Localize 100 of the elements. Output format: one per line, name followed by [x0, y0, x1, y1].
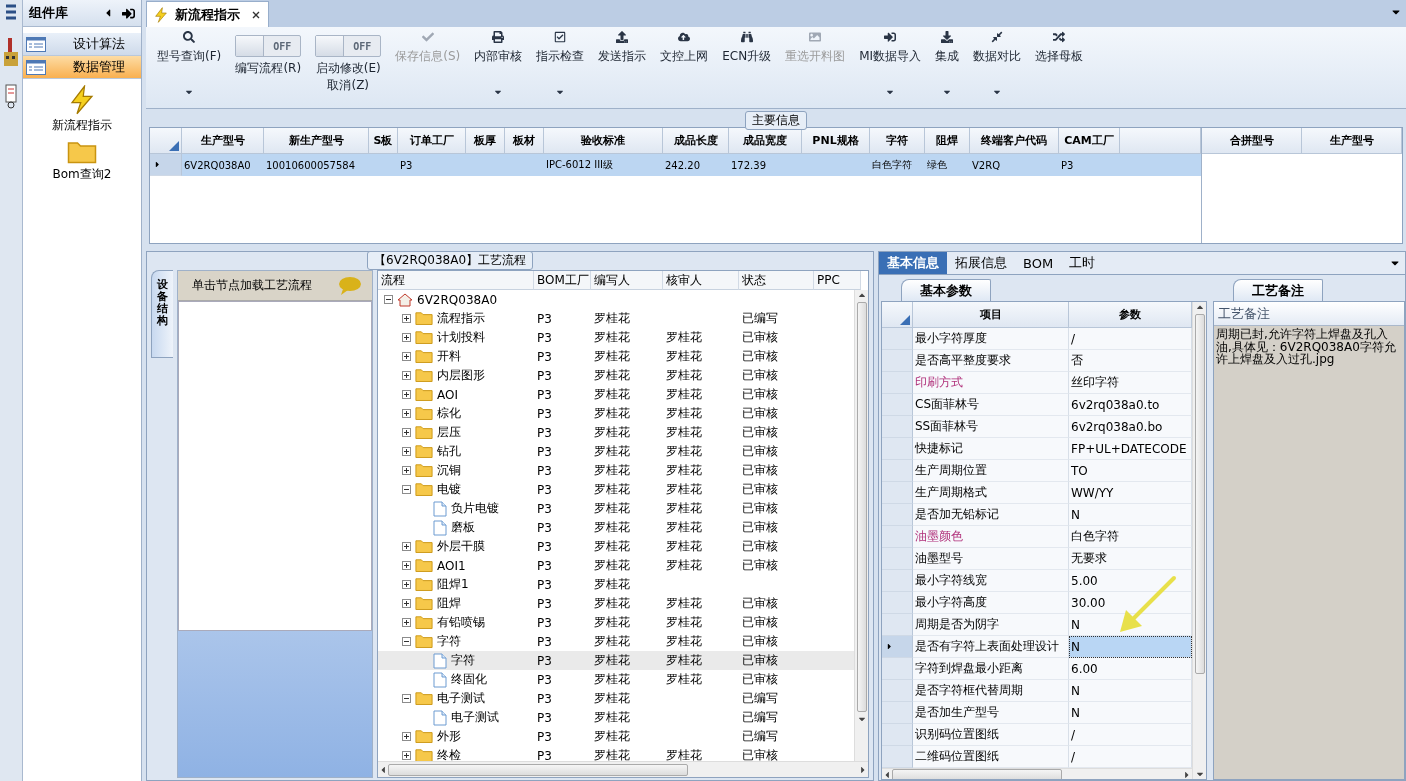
- factory-icon[interactable]: [4, 38, 18, 66]
- expand-icon[interactable]: [402, 751, 411, 760]
- column-header[interactable]: 编写人: [591, 271, 663, 290]
- tree-node[interactable]: 负片电镀: [378, 499, 534, 518]
- tree-node[interactable]: 外层干膜: [378, 537, 534, 556]
- tree-node[interactable]: 终固化: [378, 670, 534, 689]
- expand-icon[interactable]: [402, 618, 411, 627]
- tree-node[interactable]: 有铅喷锡: [378, 613, 534, 632]
- tree-node[interactable]: 电子测试: [378, 708, 534, 727]
- menu-icon[interactable]: [6, 4, 16, 20]
- side-tab[interactable]: 设备结构: [151, 270, 173, 358]
- collapse-icon[interactable]: [402, 485, 411, 494]
- component-label[interactable]: Bom查询2: [52, 166, 112, 183]
- expand-icon[interactable]: [402, 466, 411, 475]
- document-tab[interactable]: 新流程指示: [146, 1, 269, 27]
- toolbar-button[interactable]: 指示检查: [529, 31, 592, 97]
- expand-icon[interactable]: [402, 580, 411, 589]
- category-item[interactable]: 设计算法: [23, 33, 141, 56]
- tree-node[interactable]: 6V2RQ038A0: [378, 290, 534, 309]
- toolbar-button[interactable]: 数据对比: [966, 31, 1029, 97]
- expand-icon[interactable]: [402, 561, 411, 570]
- component-label[interactable]: 新流程指示: [52, 117, 112, 134]
- toolbar-button[interactable]: 型号查询(F): [150, 31, 229, 97]
- tree-node[interactable]: 外形: [378, 727, 534, 746]
- column-header[interactable]: 板厚: [466, 128, 505, 154]
- tree-node[interactable]: 电镀: [378, 480, 534, 499]
- toolbar-button[interactable]: 发送指示: [591, 31, 654, 97]
- column-header[interactable]: 生产型号: [182, 128, 264, 154]
- toolbar-button[interactable]: 内部审核: [467, 31, 530, 97]
- expand-icon[interactable]: [402, 314, 411, 323]
- tree-node[interactable]: AOI: [378, 385, 534, 404]
- panel-tab[interactable]: 基本参数: [901, 279, 991, 301]
- detail-tab[interactable]: 工时: [1061, 252, 1104, 274]
- column-header[interactable]: PNL规格: [802, 128, 870, 154]
- column-header[interactable]: 验收标准: [544, 128, 663, 154]
- column-header[interactable]: 板材: [505, 128, 544, 154]
- column-header[interactable]: 终端客户代码: [970, 128, 1059, 154]
- tree-node[interactable]: 计划投料: [378, 328, 534, 347]
- tree-node[interactable]: 阻焊: [378, 594, 534, 613]
- toolbar-button[interactable]: ECN升级: [715, 31, 779, 97]
- tree-node[interactable]: 电子测试: [378, 689, 534, 708]
- collapse-icon[interactable]: [384, 295, 393, 304]
- tree-node[interactable]: 沉铜: [378, 461, 534, 480]
- vertical-scrollbar[interactable]: [1192, 302, 1206, 779]
- toolbar-button[interactable]: MI数据导入: [852, 31, 929, 97]
- tree-node[interactable]: 磨板: [378, 518, 534, 537]
- column-header[interactable]: S板: [369, 128, 398, 154]
- tree-node[interactable]: 终检: [378, 746, 534, 761]
- column-header[interactable]: PPC: [814, 271, 861, 290]
- expand-icon[interactable]: [402, 390, 411, 399]
- column-header[interactable]: 新生产型号: [264, 128, 369, 154]
- toggle-switch[interactable]: OFF: [315, 35, 382, 57]
- column-header[interactable]: 成品长度: [663, 128, 729, 154]
- tree-node[interactable]: 字符: [378, 632, 534, 651]
- panel-tab[interactable]: 工艺备注: [1233, 279, 1323, 301]
- column-header[interactable]: 合拼型号: [1202, 128, 1302, 154]
- detail-tab[interactable]: 拓展信息: [947, 252, 1015, 274]
- expand-icon[interactable]: [402, 447, 411, 456]
- column-header[interactable]: 生产型号: [1302, 128, 1402, 154]
- close-icon[interactable]: [252, 10, 260, 19]
- expand-icon[interactable]: [402, 371, 411, 380]
- column-header[interactable]: 核审人: [663, 271, 739, 290]
- expand-icon[interactable]: [402, 599, 411, 608]
- tree-node[interactable]: AOI1: [378, 556, 534, 575]
- expand-icon[interactable]: [402, 542, 411, 551]
- horizontal-scrollbar[interactable]: [378, 761, 868, 777]
- column-header[interactable]: 状态: [739, 271, 814, 290]
- toolbar-button[interactable]: 集成: [928, 31, 967, 97]
- tree-node[interactable]: 阻焊1: [378, 575, 534, 594]
- detail-tab[interactable]: 基本信息: [879, 252, 947, 274]
- toolbar-button[interactable]: 文控上网: [653, 31, 716, 97]
- collapse-icon[interactable]: [402, 694, 411, 703]
- horizontal-scrollbar[interactable]: [882, 768, 1192, 779]
- expand-icon[interactable]: [402, 428, 411, 437]
- column-header[interactable]: 字符: [870, 128, 925, 154]
- collapse-icon[interactable]: [402, 637, 411, 646]
- tree-node[interactable]: 钻孔: [378, 442, 534, 461]
- column-header[interactable]: 参数: [1069, 302, 1192, 328]
- column-header[interactable]: CAM工厂: [1059, 128, 1120, 154]
- tree-node[interactable]: 流程指示: [378, 309, 534, 328]
- column-header[interactable]: 订单工厂: [398, 128, 466, 154]
- tree-node[interactable]: 棕化: [378, 404, 534, 423]
- category-item[interactable]: 数据管理: [23, 56, 141, 79]
- column-header[interactable]: BOM工厂: [534, 271, 591, 290]
- expand-icon[interactable]: [402, 352, 411, 361]
- tree-node[interactable]: 内层图形: [378, 366, 534, 385]
- vertical-scrollbar[interactable]: [854, 290, 868, 761]
- tree-node[interactable]: 层压: [378, 423, 534, 442]
- document-icon[interactable]: [5, 84, 17, 110]
- tree-node[interactable]: 开料: [378, 347, 534, 366]
- column-header[interactable]: 阻焊: [925, 128, 970, 154]
- expand-icon[interactable]: [402, 732, 411, 741]
- expand-icon[interactable]: [402, 409, 411, 418]
- tree-node[interactable]: 字符: [378, 651, 534, 670]
- toggle-switch[interactable]: OFF: [235, 35, 302, 57]
- column-header[interactable]: 流程: [378, 271, 534, 290]
- toolbar-button[interactable]: 选择母板: [1028, 31, 1091, 97]
- expand-icon[interactable]: [402, 333, 411, 342]
- column-header[interactable]: 项目: [913, 302, 1069, 328]
- column-header[interactable]: 成品宽度: [729, 128, 802, 154]
